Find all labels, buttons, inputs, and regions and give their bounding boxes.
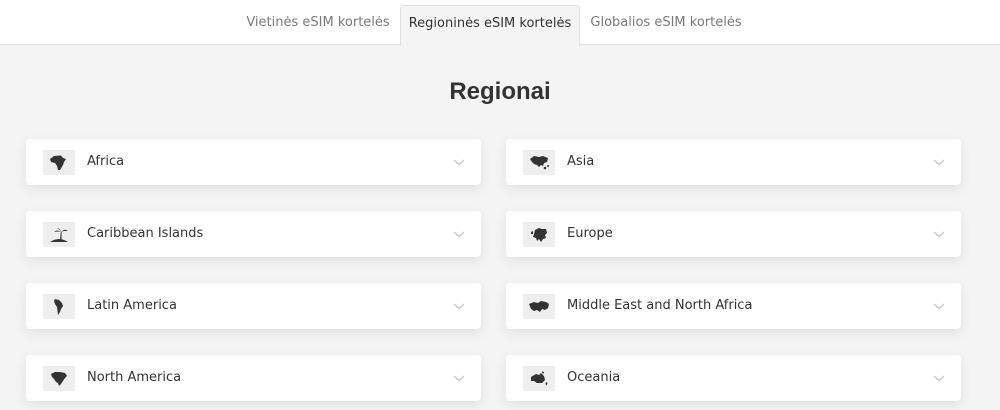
chevron-down-icon [453, 157, 465, 167]
region-label: Oceania [567, 370, 621, 385]
europe-map-icon [523, 222, 555, 247]
region-item-north-america[interactable]: North America [26, 355, 481, 401]
africa-map-icon [43, 150, 75, 175]
chevron-down-icon [453, 229, 465, 239]
oceania-map-icon [523, 366, 555, 391]
chevron-down-icon [933, 157, 945, 167]
region-item-middle-east-north-africa[interactable]: Middle East and North Africa [506, 283, 961, 329]
region-label: Caribbean Islands [87, 226, 204, 241]
region-label: Asia [567, 154, 595, 169]
chevron-down-icon [933, 301, 945, 311]
caribbean-island-icon [43, 222, 75, 247]
region-label: Latin America [87, 298, 177, 313]
north-america-map-icon [43, 366, 75, 391]
region-tab-bar: Vietinės eSIM kortelės Regioninės eSIM k… [0, 0, 1000, 46]
region-label: Middle East and North Africa [567, 298, 753, 313]
chevron-down-icon [933, 229, 945, 239]
region-label: North America [87, 370, 182, 385]
asia-map-icon [523, 150, 555, 175]
latin-america-map-icon [43, 294, 75, 319]
page-title: Regionai [449, 78, 551, 105]
region-item-europe[interactable]: Europe [506, 211, 961, 257]
region-item-caribbean-islands[interactable]: Caribbean Islands [26, 211, 481, 257]
region-item-africa[interactable]: Africa [26, 139, 481, 185]
tab-regional-esim[interactable]: Regioninės eSIM kortelės [400, 5, 580, 46]
region-item-latin-america[interactable]: Latin America [26, 283, 481, 329]
region-label: Europe [567, 226, 613, 241]
tab-local-esim[interactable]: Vietinės eSIM kortelės [236, 0, 400, 45]
tab-global-esim[interactable]: Globalios eSIM kortelės [580, 0, 752, 45]
region-item-oceania[interactable]: Oceania [506, 355, 961, 401]
region-item-asia[interactable]: Asia [506, 139, 961, 185]
chevron-down-icon [453, 301, 465, 311]
region-label: Africa [87, 154, 125, 169]
chevron-down-icon [453, 373, 465, 383]
chevron-down-icon [933, 373, 945, 383]
middle-east-map-icon [523, 294, 555, 319]
